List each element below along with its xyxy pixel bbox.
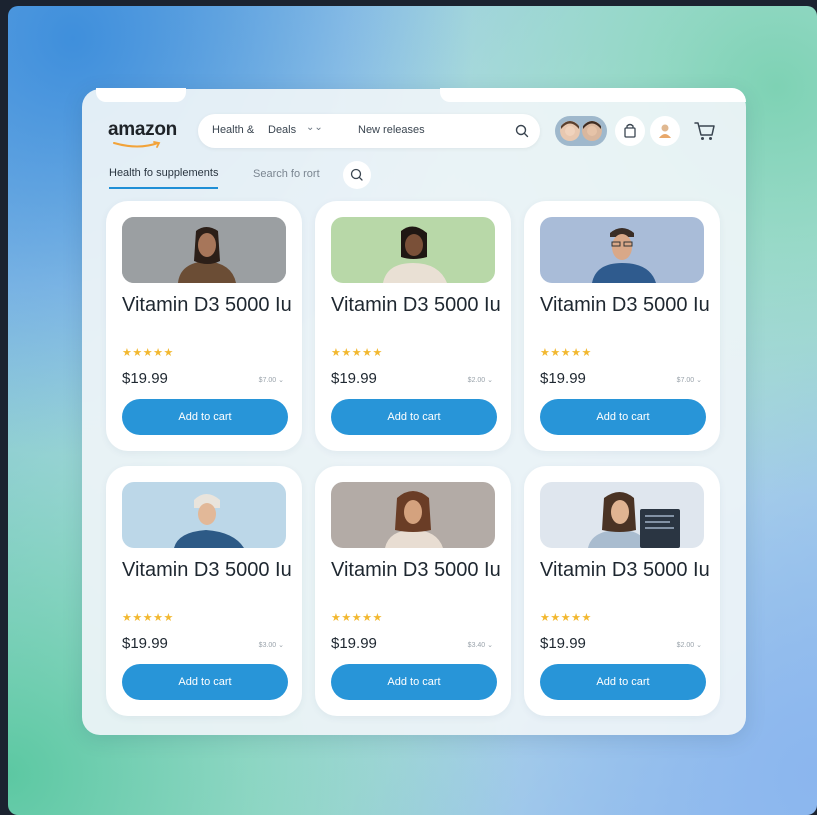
deals-dropdown-icon[interactable]: ⌄⌄: [306, 122, 323, 133]
rating-stars: ★★★★★: [540, 612, 592, 624]
person-photo-icon: [122, 482, 286, 548]
bag-button[interactable]: [615, 116, 645, 146]
person-photo-icon: [331, 482, 495, 548]
product-price: $19.99: [122, 370, 168, 387]
add-to-cart-button[interactable]: Add to cart: [540, 399, 706, 435]
bag-icon: [624, 123, 636, 138]
account-button[interactable]: [650, 116, 680, 146]
price-option[interactable]: $7.00 ⌄: [677, 376, 702, 384]
product-name[interactable]: Vitamin D3 5000 Iu: [122, 558, 292, 583]
window-tab-left: [96, 88, 186, 102]
product-name[interactable]: Vitamin D3 5000 Iu: [122, 293, 292, 318]
product-price: $19.99: [331, 635, 377, 652]
search-icon: [350, 168, 363, 181]
sub-search-button[interactable]: [343, 161, 371, 189]
product-price: $19.99: [122, 635, 168, 652]
product-name[interactable]: Vitamin D3 5000 Iu: [540, 558, 710, 583]
product-image[interactable]: [540, 482, 704, 548]
rating-stars: ★★★★★: [122, 347, 174, 359]
product-card[interactable]: Vitamin D3 5000 Iu ★★★★★ $19.99 $3.40 ⌄ …: [315, 466, 511, 716]
rating-stars: ★★★★★: [540, 347, 592, 359]
price-option[interactable]: $7.00 ⌄: [259, 376, 284, 384]
add-to-cart-button[interactable]: Add to cart: [331, 664, 497, 700]
product-image[interactable]: [122, 217, 286, 283]
person-photo-icon: [540, 217, 704, 283]
price-option[interactable]: $3.00 ⌄: [259, 641, 284, 649]
cart-icon[interactable]: [693, 120, 717, 142]
search-bar[interactable]: Health & Deals ⌄⌄ New releases: [198, 114, 540, 148]
nav-new-releases[interactable]: New releases: [358, 124, 425, 136]
product-card[interactable]: Vitamin D3 5000 Iu ★★★★★ $19.99 $7.00 ⌄ …: [524, 201, 720, 451]
product-image[interactable]: [331, 217, 495, 283]
add-to-cart-button[interactable]: Add to cart: [331, 399, 497, 435]
logo-smile-icon: [113, 141, 161, 148]
price-option[interactable]: $2.00 ⌄: [468, 376, 493, 384]
product-name[interactable]: Vitamin D3 5000 Iu: [331, 293, 501, 318]
logo-text: amazon: [108, 119, 177, 140]
person-photo-icon: [122, 217, 286, 283]
product-card[interactable]: Vitamin D3 5000 Iu ★★★★★ $19.99 $7.00 ⌄ …: [106, 201, 302, 451]
product-price: $19.99: [540, 635, 586, 652]
tab-health-supplements[interactable]: Health fo supplements: [109, 167, 219, 189]
add-to-cart-button[interactable]: Add to cart: [122, 399, 288, 435]
store-window: amazon Health & Deals ⌄⌄ New releases He…: [82, 88, 746, 735]
sub-search-input[interactable]: Search fo rort: [253, 168, 320, 180]
person-icon: [659, 124, 671, 138]
avatar-icon: [582, 121, 602, 141]
person-photo-icon: [540, 482, 704, 548]
price-option[interactable]: $3.40 ⌄: [468, 641, 493, 649]
product-image[interactable]: [331, 482, 495, 548]
amazon-logo[interactable]: amazon: [108, 119, 184, 149]
add-to-cart-button[interactable]: Add to cart: [540, 664, 706, 700]
nav-deals[interactable]: Deals: [268, 124, 296, 136]
add-to-cart-button[interactable]: Add to cart: [122, 664, 288, 700]
product-name[interactable]: Vitamin D3 5000 Iu: [540, 293, 710, 318]
avatar-icon: [560, 121, 580, 141]
search-icon[interactable]: [514, 123, 530, 139]
nav-health[interactable]: Health &: [212, 124, 254, 136]
rating-stars: ★★★★★: [331, 612, 383, 624]
price-option[interactable]: $2.00 ⌄: [677, 641, 702, 649]
product-image[interactable]: [122, 482, 286, 548]
product-card[interactable]: Vitamin D3 5000 Iu ★★★★★ $19.99 $2.00 ⌄ …: [315, 201, 511, 451]
person-photo-icon: [331, 217, 495, 283]
product-price: $19.99: [540, 370, 586, 387]
window-tab-right: [440, 88, 746, 102]
product-price: $19.99: [331, 370, 377, 387]
rating-stars: ★★★★★: [331, 347, 383, 359]
product-card[interactable]: Vitamin D3 5000 Iu ★★★★★ $19.99 $2.00 ⌄ …: [524, 466, 720, 716]
rating-stars: ★★★★★: [122, 612, 174, 624]
product-name[interactable]: Vitamin D3 5000 Iu: [331, 558, 501, 583]
account-avatars[interactable]: [555, 116, 607, 146]
product-image[interactable]: [540, 217, 704, 283]
product-card[interactable]: Vitamin D3 5000 Iu ★★★★★ $19.99 $3.00 ⌄ …: [106, 466, 302, 716]
